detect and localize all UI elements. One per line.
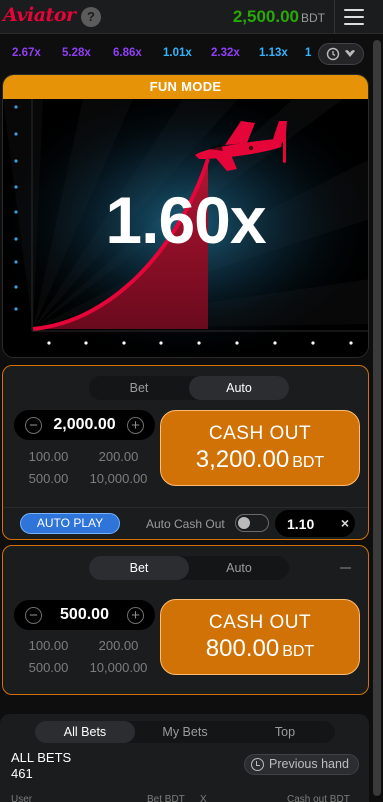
fun-mode-banner: FUN MODE (3, 75, 368, 99)
cash-out-amount: 3,200.00 BDT (195, 446, 325, 473)
remove-panel-icon[interactable] (340, 567, 351, 569)
bet-mode-toggle: Bet Auto (89, 376, 289, 400)
all-bets-title: ALL BETS (11, 750, 72, 765)
column-header-bet: Bet BDT (147, 794, 185, 802)
auto-play-button[interactable]: AUTO PLAY (20, 513, 120, 534)
tab-bet[interactable]: Bet (89, 376, 189, 400)
help-button[interactable]: ? (81, 7, 101, 27)
auto-settings-row: AUTO PLAY Auto Cash Out 1.10 × (3, 507, 368, 539)
bet-mode-toggle: Bet Auto (89, 556, 289, 580)
column-header-x: X (200, 794, 207, 802)
auto-cash-out-label: Auto Cash Out (146, 517, 225, 531)
previous-hand-button[interactable]: Previous hand (244, 754, 359, 775)
all-bets-count: 461 (11, 766, 33, 781)
stake-stepper: − 500.00 + (14, 600, 155, 630)
history-clock-icon (326, 47, 340, 61)
chevron-down-icon (345, 50, 355, 57)
auto-cash-out-value[interactable]: 1.10 (287, 516, 314, 532)
quick-amount-button[interactable]: 200.00 (81, 449, 156, 464)
tab-auto[interactable]: Auto (189, 376, 289, 400)
history-item[interactable]: 1.13x (259, 47, 288, 59)
history-icon (251, 758, 264, 771)
bet-panel-2: Bet Auto − 500.00 + 100.00 200.00 500.00… (2, 545, 369, 695)
menu-icon[interactable] (344, 9, 364, 25)
increase-stake-button[interactable]: + (127, 417, 144, 434)
app-header: Aviator ? 2,500.00 BDT (0, 0, 383, 34)
cash-out-amount: 800.00 BDT (205, 635, 315, 662)
auto-cash-out-field[interactable]: 1.10 × (275, 510, 355, 537)
previous-hand-label: Previous hand (269, 757, 349, 771)
quick-amount-button[interactable]: 500.00 (11, 471, 86, 486)
column-header-cash-out: Cash out BDT (287, 794, 350, 802)
history-item[interactable]: 2.67x (12, 47, 41, 59)
balance-amount: 2,500.00 (232, 7, 299, 26)
history-item[interactable]: 5.28x (62, 47, 91, 59)
quick-amount-button[interactable]: 10,000.00 (81, 660, 156, 675)
tab-all-bets[interactable]: All Bets (35, 721, 135, 743)
quick-amount-button[interactable]: 100.00 (11, 449, 86, 464)
bet-panel-1: Bet Auto − 2,000.00 + 100.00 200.00 500.… (2, 365, 369, 540)
scrollbar-thumb[interactable] (373, 40, 381, 796)
auto-cash-out-toggle[interactable] (235, 514, 269, 532)
header-divider (334, 0, 335, 34)
history-item[interactable]: 2.32x (211, 47, 240, 59)
cash-out-label: CASH OUT (208, 423, 312, 444)
tab-my-bets[interactable]: My Bets (135, 721, 235, 743)
current-multiplier: 1.60x (105, 183, 266, 257)
clear-icon[interactable]: × (341, 515, 349, 531)
quick-amount-button[interactable]: 100.00 (11, 638, 86, 653)
quick-amount-button[interactable]: 200.00 (81, 638, 156, 653)
bets-list-panel: All Bets My Bets Top ALL BETS 461 Previo… (0, 714, 369, 802)
cash-out-button[interactable]: CASH OUT 3,200.00 BDT (160, 410, 360, 486)
history-item[interactable]: 1.01x (163, 47, 192, 59)
tab-bet[interactable]: Bet (89, 556, 189, 580)
tab-auto[interactable]: Auto (189, 556, 289, 580)
quick-amount-button[interactable]: 10,000.00 (81, 471, 156, 486)
stake-stepper: − 2,000.00 + (14, 410, 155, 440)
balance-display: 2,500.00 BDT (233, 7, 325, 27)
column-header-user: User (11, 794, 33, 802)
history-item[interactable]: 1 (305, 47, 311, 59)
tab-top[interactable]: Top (235, 721, 335, 743)
increase-stake-button[interactable]: + (127, 607, 144, 624)
cash-out-label: CASH OUT (208, 612, 312, 633)
bets-tabs: All Bets My Bets Top (35, 721, 335, 743)
history-toggle-button[interactable] (318, 43, 364, 65)
cash-out-button[interactable]: CASH OUT 800.00 BDT (160, 599, 360, 675)
history-item[interactable]: 6.86x (113, 47, 142, 59)
quick-amount-button[interactable]: 500.00 (11, 660, 86, 675)
balance-currency: BDT (301, 11, 325, 25)
game-canvas: FUN MODE 1.60x (2, 74, 369, 358)
aviator-logo: Aviator (3, 4, 76, 26)
